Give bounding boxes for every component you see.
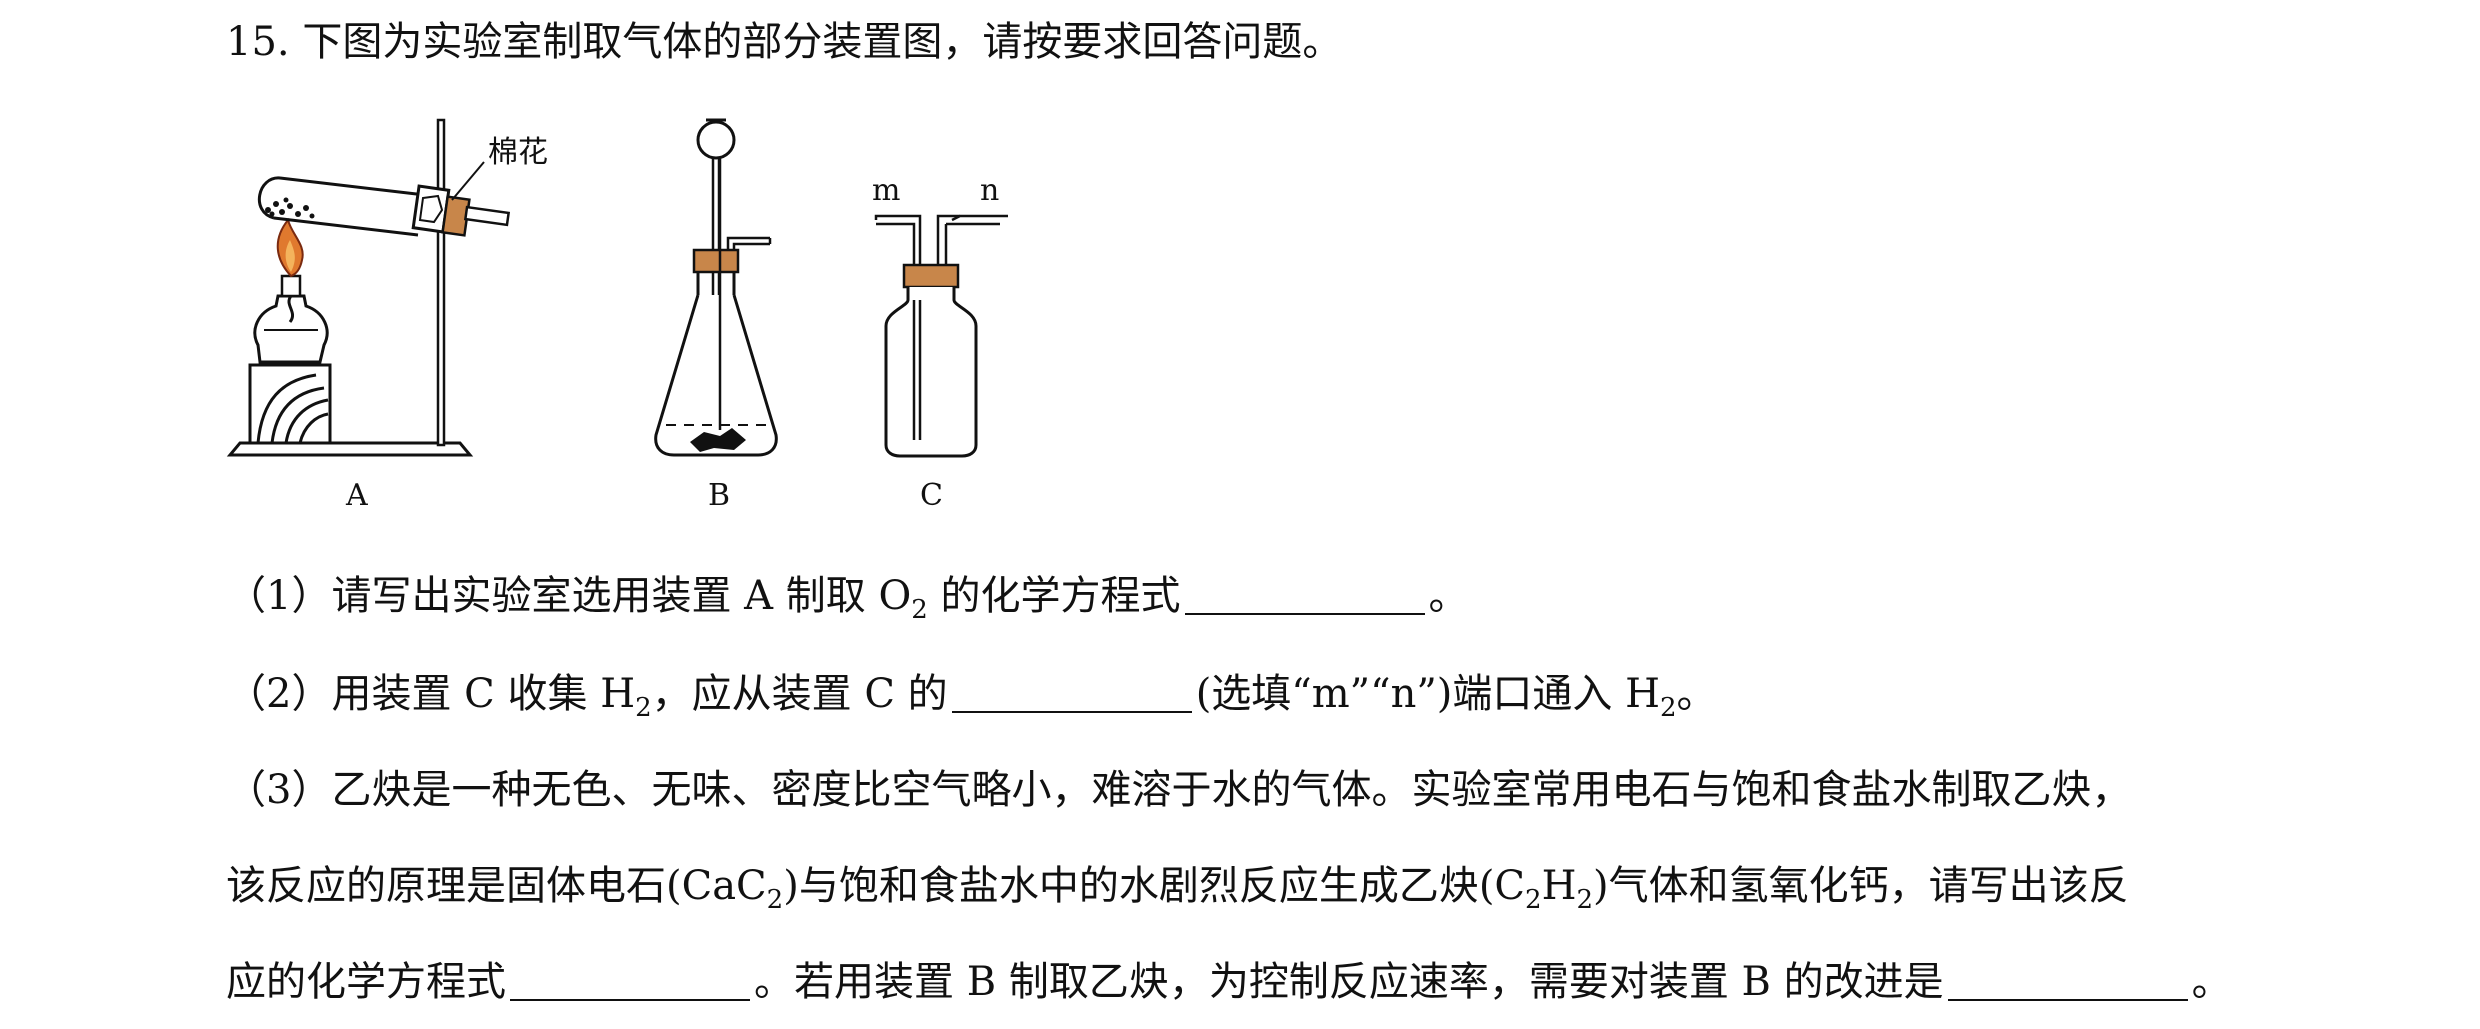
part3-text-a: 该反应的原理是固体电石(CaC — [226, 863, 767, 909]
part2-text-2: ，应从装置 C 的 — [651, 671, 948, 717]
apparatus-figure: 棉花 A B m n C — [220, 100, 1120, 520]
part2-text-3: (选填“m”“n”)端口通入 H — [1195, 671, 1660, 717]
part1-subscript: 2 — [911, 595, 928, 625]
question-part-2: （2）用装置 C 收集 H2，应从装置 C 的 (选填“m”“n”)端口通入 H2… — [226, 666, 1717, 722]
question-part-1: （1）请写出实验室选用装置 A 制取 O2 的化学方程式 。 — [226, 568, 1469, 624]
part3-subscript-3: 2 — [1576, 885, 1594, 915]
question-part-3-line-3: 应的化学方程式 。若用装置 B 制取乙炔，为控制反应速率，需要对装置 B 的改进是… — [226, 954, 2232, 1010]
apparatus-a: 棉花 A — [226, 118, 548, 513]
part3-text-e: 应的化学方程式 — [226, 959, 506, 1005]
part3-subscript-1: 2 — [766, 885, 784, 915]
part3-subscript-2: 2 — [1525, 885, 1542, 915]
part2-end: 。 — [1676, 671, 1717, 717]
part2-subscript-2: 2 — [1659, 693, 1677, 723]
label-a: A — [345, 478, 368, 513]
answer-blank-1[interactable] — [1184, 573, 1425, 615]
question-title: 15. 下图为实验室制取气体的部分装置图，请按要求回答问题。 — [226, 19, 1343, 65]
label-c: C — [920, 478, 943, 513]
question-part-3-line-1: （3）乙炔是一种无色、无味、密度比空气略小，难溶于水的气体。实验室常用电石与饱和… — [226, 767, 2132, 813]
part3-end: 。 — [2191, 959, 2232, 1005]
apparatus-b: B — [654, 118, 778, 513]
part3-text-b: )与饱和食盐水中的水剧烈反应生成乙炔(C — [783, 863, 1526, 909]
apparatus-c: m n C — [872, 173, 1008, 513]
question-part-3-line-2: 该反应的原理是固体电石(CaC2)与饱和食盐水中的水剧烈反应生成乙炔(C2H2)… — [226, 858, 2129, 914]
part3-text-f: 。若用装置 B 制取乙炔，为控制反应速率，需要对装置 B 的改进是 — [754, 959, 1944, 1005]
answer-blank-2[interactable] — [951, 671, 1192, 713]
cotton-label: 棉花 — [488, 135, 548, 170]
port-m-label: m — [872, 173, 900, 208]
port-n-label: n — [980, 173, 999, 208]
part3-text-c: H — [1541, 863, 1577, 909]
part3-text-d: )气体和氢氧化钙，请写出该反 — [1593, 863, 2129, 909]
answer-blank-3[interactable] — [510, 959, 750, 1001]
part1-text: （1）请写出实验室选用装置 A 制取 O — [226, 573, 912, 619]
part2-text: （2）用装置 C 收集 H — [226, 671, 636, 717]
part1-end: 。 — [1428, 573, 1469, 619]
part2-subscript-1: 2 — [635, 693, 652, 723]
label-b: B — [708, 478, 730, 513]
answer-blank-4[interactable] — [1947, 959, 2188, 1001]
part1-text-2: 的化学方程式 — [927, 573, 1181, 619]
